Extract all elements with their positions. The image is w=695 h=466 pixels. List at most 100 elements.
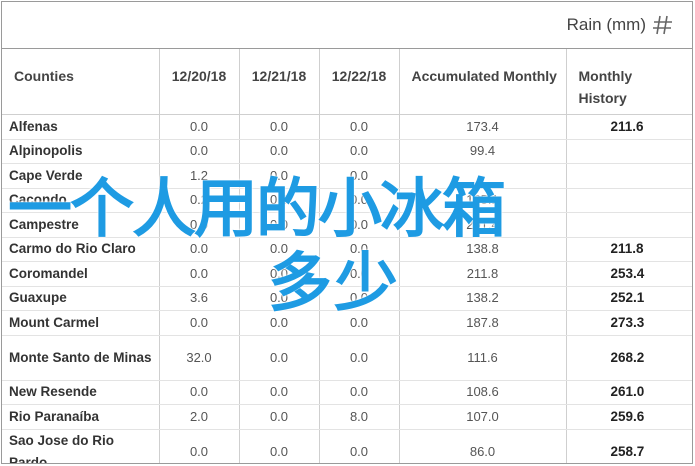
rain-cell: 0.0 [238, 237, 319, 262]
accumulated-cell: 99.4 [398, 139, 566, 164]
history-cell [565, 188, 692, 213]
table-row: Coromandel 0.0 0.0 0.0 211.8 253.4 [2, 261, 692, 287]
rain-cell: 0.0 [238, 310, 319, 336]
history-cell: 268.2 [565, 335, 692, 381]
rain-cell: 0.0 [318, 286, 399, 311]
rain-cell: 32.0 [158, 335, 239, 381]
rain-cell: 0.0 [238, 139, 319, 164]
accumulated-cell: 201.4 [398, 212, 566, 238]
rain-cell: 0.0 [158, 114, 239, 140]
rain-table-container: Counties 12/20/18 12/21/18 12/22/18 Accu… [2, 49, 692, 463]
rain-cell: 0.0 [238, 429, 319, 463]
county-cell: Carmo do Rio Claro [2, 237, 159, 262]
table-row: Cape Verde 1.2 0.0 0.0 [2, 163, 692, 189]
rain-cell: 0.0 [238, 163, 319, 189]
county-cell: Campestre [2, 212, 159, 238]
rain-cell: 0.0 [238, 380, 319, 405]
rain-cell: 0.0 [158, 212, 239, 238]
history-cell: 253.4 [565, 261, 692, 287]
rain-cell: 0.0 [238, 286, 319, 311]
accumulated-cell: 111.6 [398, 335, 566, 381]
rain-cell: 0.0 [318, 380, 399, 405]
history-cell: 261.0 [565, 380, 692, 405]
history-cell [565, 212, 692, 238]
county-cell: Sao Jose do Rio Pardo [2, 429, 159, 463]
column-header-counties[interactable]: Counties [2, 49, 159, 115]
rain-cell: 0.0 [318, 310, 399, 336]
table-row: Alfenas 0.0 0.0 0.0 173.4 211.6 [2, 114, 692, 140]
column-header-accumulated[interactable]: Accumulated Monthly [398, 49, 566, 115]
menu-icon[interactable] [652, 15, 674, 35]
table-row: Mount Carmel 0.0 0.0 0.0 187.8 273.3 [2, 310, 692, 336]
rain-cell: 0.0 [238, 261, 319, 287]
rain-cell: 0.0 [318, 237, 399, 262]
table-row: New Resende 0.0 0.0 0.0 108.6 261.0 [2, 380, 692, 405]
history-cell: 258.7 [565, 429, 692, 463]
rain-cell: 0.0 [158, 310, 239, 336]
rain-cell: 0.0 [158, 380, 239, 405]
rain-cell: 0.0 [318, 429, 399, 463]
history-cell: 273.3 [565, 310, 692, 336]
column-header-history[interactable]: Monthly History [565, 49, 692, 115]
rain-cell: 0.0 [318, 261, 399, 287]
column-header-date-3[interactable]: 12/22/18 [318, 49, 399, 115]
accumulated-cell: 107.0 [398, 404, 566, 430]
rain-cell: 0.0 [318, 139, 399, 164]
table-row: Monte Santo de Minas 32.0 0.0 0.0 111.6 … [2, 335, 692, 381]
rain-cell: 0.0 [158, 139, 239, 164]
table-row: Campestre 0.0 0.0 0.0 201.4 [2, 212, 692, 238]
rain-table-widget: Rain (mm) Counties 12/20/18 12/21/18 12/… [1, 1, 693, 464]
rain-cell: 0.0 [158, 237, 239, 262]
history-cell: 252.1 [565, 286, 692, 311]
accumulated-cell [398, 163, 566, 189]
rain-cell: 0.0 [158, 429, 239, 463]
accumulated-cell: 108.6 [398, 380, 566, 405]
county-cell: Cape Verde [2, 163, 159, 189]
rain-cell: 0.0 [318, 212, 399, 238]
rain-cell: 0.0 [238, 212, 319, 238]
table-row: Cacondo 0.2 0.0 0.0 165.1 [2, 188, 692, 213]
history-cell: 259.6 [565, 404, 692, 430]
table-header-row: Counties 12/20/18 12/21/18 12/22/18 Accu… [2, 49, 692, 115]
rain-cell: 0.2 [158, 188, 239, 213]
table-row: Rio Paranaíba 2.0 0.0 8.0 107.0 259.6 [2, 404, 692, 430]
rain-cell: 2.0 [158, 404, 239, 430]
rain-cell: 0.0 [318, 335, 399, 381]
accumulated-cell: 187.8 [398, 310, 566, 336]
accumulated-cell: 211.8 [398, 261, 566, 287]
table-row: Alpinopolis 0.0 0.0 0.0 99.4 [2, 139, 692, 164]
history-cell [565, 163, 692, 189]
history-cell: 211.6 [565, 114, 692, 140]
rain-cell: 1.2 [158, 163, 239, 189]
rain-cell: 8.0 [318, 404, 399, 430]
accumulated-cell: 138.2 [398, 286, 566, 311]
rain-cell: 0.0 [238, 404, 319, 430]
county-cell: Alfenas [2, 114, 159, 140]
rain-cell: 0.0 [238, 188, 319, 213]
accumulated-cell: 165.1 [398, 188, 566, 213]
rain-cell: 3.6 [158, 286, 239, 311]
county-cell: Rio Paranaíba [2, 404, 159, 430]
history-cell [565, 139, 692, 164]
county-cell: Coromandel [2, 261, 159, 287]
accumulated-cell: 138.8 [398, 237, 566, 262]
widget-header: Rain (mm) [2, 2, 692, 49]
column-header-date-1[interactable]: 12/20/18 [158, 49, 239, 115]
table-row: Guaxupe 3.6 0.0 0.0 138.2 252.1 [2, 286, 692, 311]
county-cell: Alpinopolis [2, 139, 159, 164]
column-header-date-2[interactable]: 12/21/18 [238, 49, 319, 115]
accumulated-cell: 86.0 [398, 429, 566, 463]
table-row: Carmo do Rio Claro 0.0 0.0 0.0 138.8 211… [2, 237, 692, 262]
rain-cell: 0.0 [238, 114, 319, 140]
county-cell: Cacondo [2, 188, 159, 213]
county-cell: Guaxupe [2, 286, 159, 311]
rain-cell: 0.0 [238, 335, 319, 381]
rain-table: Counties 12/20/18 12/21/18 12/22/18 Accu… [2, 49, 692, 463]
rain-cell: 0.0 [318, 163, 399, 189]
county-cell: Monte Santo de Minas [2, 335, 159, 381]
history-cell: 211.8 [565, 237, 692, 262]
rain-cell: 0.0 [158, 261, 239, 287]
widget-title: Rain (mm) [566, 15, 646, 34]
county-cell: Mount Carmel [2, 310, 159, 336]
rain-cell: 0.0 [318, 188, 399, 213]
